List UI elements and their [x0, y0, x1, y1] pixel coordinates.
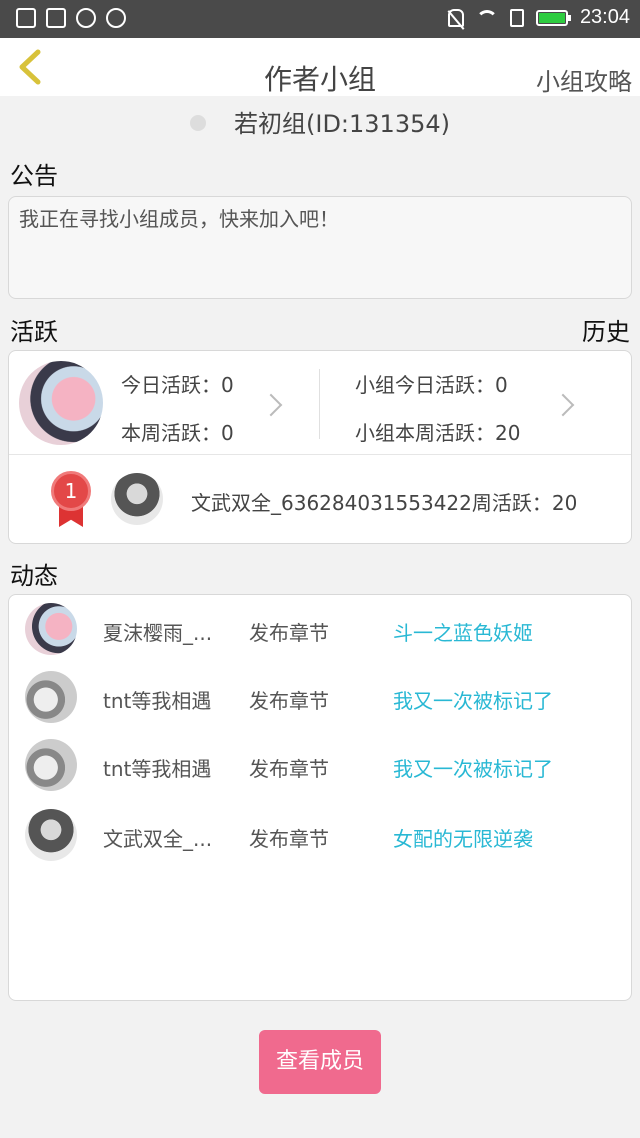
feed-book-link[interactable]: 女配的无限逆袭 [393, 823, 533, 852]
avatar[interactable] [19, 361, 103, 445]
top-member-avatar[interactable] [111, 473, 163, 525]
divider [9, 454, 631, 455]
group-icon [190, 115, 206, 131]
feed-action: 发布章节 [249, 621, 329, 645]
feed-label: 动态 [10, 562, 58, 590]
notice-text: 我正在寻找小组成员，快来加入吧！ [19, 207, 339, 231]
feed-item[interactable]: tnt等我相遇 发布章节 我又一次被标记了 [9, 667, 631, 727]
shield-icon [76, 8, 96, 28]
week-personal-active: 本周活跃：0 [121, 421, 234, 445]
feed-action: 发布章节 [249, 757, 329, 781]
chevron-right-icon[interactable] [259, 393, 283, 417]
group-id-line: 若初组(ID:131354) [0, 104, 640, 138]
image-icon [46, 8, 66, 28]
top-member-text: 文武双全_636284031553422周活跃：20 [191, 491, 578, 515]
header: 作者小组 小组攻略 [0, 38, 640, 96]
feed-box: 夏沫樱雨_... 发布章节 斗一之蓝色妖姬 tnt等我相遇 发布章节 我又一次被… [8, 594, 632, 1001]
avatar[interactable] [25, 739, 77, 791]
feed-user-name: tnt等我相遇 [103, 689, 212, 713]
avatar[interactable] [25, 671, 77, 723]
divider [319, 369, 320, 439]
group-guide-link[interactable]: 小组攻略 [536, 62, 632, 97]
feed-user-name: 夏沫樱雨_... [103, 621, 213, 645]
feed-item[interactable]: 文武双全_... 发布章节 女配的无限逆袭 [9, 805, 631, 865]
feed-user-name: tnt等我相遇 [103, 757, 212, 781]
feed-user-name: 文武双全_... [103, 827, 213, 851]
week-group-active: 小组本周活跃：20 [355, 421, 521, 445]
status-bar: 23:04 [0, 0, 640, 38]
today-group-active: 小组今日活跃：0 [355, 373, 508, 397]
active-box: 今日活跃：0 本周活跃：0 小组今日活跃：0 小组本周活跃：20 1 文武双全_… [8, 350, 632, 544]
sim-icon [509, 8, 524, 27]
today-personal-active: 今日活跃：0 [121, 373, 234, 397]
notice-label: 公告 [10, 162, 58, 190]
battery-icon [535, 9, 571, 26]
feed-book-link[interactable]: 我又一次被标记了 [393, 685, 553, 714]
wifi-icon [475, 9, 498, 26]
notice-box: 我正在寻找小组成员，快来加入吧！ [8, 196, 632, 299]
active-label: 活跃 [10, 318, 58, 346]
status-right-icons: 23:04 [447, 6, 630, 29]
mute-icon [447, 8, 464, 27]
feed-book-link[interactable]: 斗一之蓝色妖姬 [393, 617, 533, 646]
feed-action: 发布章节 [249, 827, 329, 851]
group-name-id: 若初组(ID:131354) [234, 110, 450, 138]
feed-item[interactable]: tnt等我相遇 发布章节 我又一次被标记了 [9, 735, 631, 795]
history-link[interactable]: 历史 [582, 312, 630, 347]
rank-medal-icon: 1 [49, 471, 93, 527]
feed-book-link[interactable]: 我又一次被标记了 [393, 753, 553, 782]
feed-item[interactable]: 夏沫樱雨_... 发布章节 斗一之蓝色妖姬 [9, 599, 631, 659]
status-time: 23:04 [579, 6, 630, 28]
rank-number: 1 [51, 471, 91, 511]
sd-card-icon [16, 8, 36, 28]
feed-action: 发布章节 [249, 689, 329, 713]
status-left-icons [16, 8, 126, 28]
more-dots-icon [106, 8, 126, 28]
avatar[interactable] [25, 809, 77, 861]
view-members-button[interactable]: 查看成员 [259, 1030, 381, 1094]
chevron-right-icon[interactable] [551, 393, 575, 417]
avatar[interactable] [25, 603, 77, 655]
